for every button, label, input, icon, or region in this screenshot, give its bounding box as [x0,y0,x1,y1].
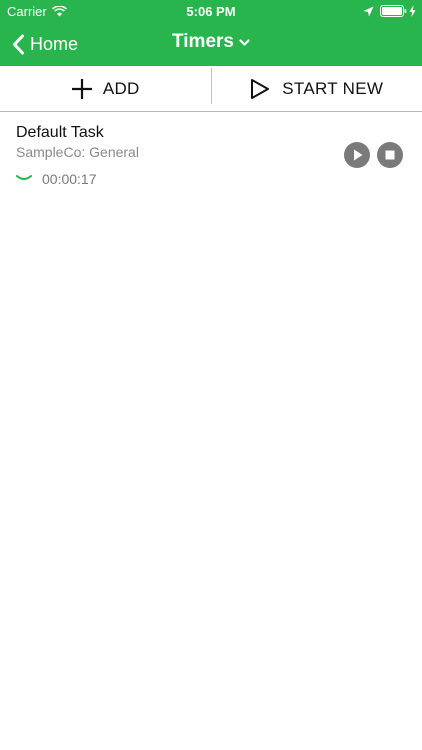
battery-icon [380,5,407,17]
task-client: SampleCo: General [16,144,139,160]
nav-bar: Home Timers [0,22,422,66]
status-bar: Carrier 5:06 PM [0,0,422,22]
play-button[interactable] [344,142,370,168]
start-new-label: START NEW [282,78,384,98]
chevron-down-icon [239,39,250,46]
elapsed-time: 00:00:17 [42,171,97,187]
start-new-button[interactable]: START NEW [212,66,422,111]
task-name: Default Task [16,124,104,141]
play-outline-icon [251,78,270,99]
timers-screen: Carrier 5:06 PM Home Timers ADD START NE… [0,0,422,750]
play-icon [354,149,363,161]
add-button[interactable]: ADD [0,66,211,111]
add-label: ADD [102,78,140,98]
status-indicators [363,5,416,17]
header: Carrier 5:06 PM Home Timers [0,0,422,66]
nav-title-dropdown[interactable]: Timers [0,31,422,53]
toolbar: ADD START NEW [0,66,422,112]
timer-row[interactable]: Default Task SampleCo: General 00:00:17 [0,112,422,198]
page-title: Timers [172,31,234,52]
stop-icon [385,150,395,160]
plus-icon [71,78,92,99]
stop-button[interactable] [377,142,403,168]
expand-chevron-icon[interactable] [16,174,32,182]
location-icon [363,6,374,16]
charging-icon [409,5,416,17]
status-time: 5:06 PM [186,4,236,19]
